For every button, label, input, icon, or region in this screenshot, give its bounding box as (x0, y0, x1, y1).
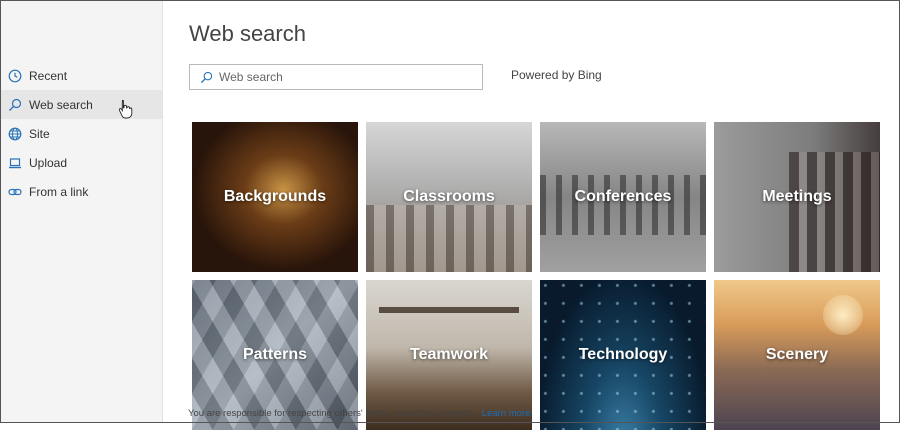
laptop-icon (8, 156, 22, 170)
tile-backgrounds[interactable]: Backgrounds (192, 122, 358, 272)
globe-icon (8, 127, 22, 141)
hand-cursor-icon (119, 100, 133, 119)
search-input[interactable] (217, 69, 482, 85)
link-icon (8, 185, 22, 199)
powered-by-label: Powered by Bing (511, 68, 602, 82)
tile-label: Scenery (765, 346, 829, 363)
tile-technology[interactable]: Technology (540, 280, 706, 430)
tile-label: Patterns (242, 346, 308, 363)
sidebar-item-label: Recent (29, 68, 68, 83)
sidebar-nav: Recent Web search Site Upload From a lin… (1, 61, 162, 206)
category-grid: Backgrounds Classrooms Conferences Meeti… (192, 122, 880, 430)
sidebar-item-from-a-link[interactable]: From a link (1, 177, 162, 206)
page-title: Web search (189, 21, 306, 46)
tile-meetings[interactable]: Meetings (714, 122, 880, 272)
sidebar-item-site[interactable]: Site (1, 119, 162, 148)
sidebar-item-web-search[interactable]: Web search (1, 90, 162, 119)
tile-label: Teamwork (410, 346, 488, 363)
search-box[interactable] (189, 64, 483, 90)
main-panel: Web search Powered by Bing Backgrounds C… (163, 1, 899, 430)
clock-icon (8, 69, 22, 83)
sidebar-item-label: Site (29, 126, 50, 141)
tile-label: Backgrounds (223, 188, 327, 205)
sidebar-item-upload[interactable]: Upload (1, 148, 162, 177)
sidebar: Recent Web search Site Upload From a lin… (1, 1, 163, 422)
tile-label: Meetings (762, 188, 832, 205)
sidebar-item-recent[interactable]: Recent (1, 61, 162, 90)
copyright-notice: You are responsible for respecting other… (188, 408, 533, 419)
search-icon (8, 98, 22, 112)
tile-label: Technology (578, 346, 668, 363)
tile-conferences[interactable]: Conferences (540, 122, 706, 272)
sidebar-item-label: From a link (29, 184, 89, 199)
search-icon (200, 71, 213, 83)
tile-label: Classrooms (403, 188, 495, 205)
tile-scenery[interactable]: Scenery (714, 280, 880, 430)
copyright-text: You are responsible for respecting other… (188, 408, 476, 419)
tile-label: Conferences (574, 188, 672, 205)
sidebar-item-label: Web search (29, 97, 93, 112)
learn-more-link[interactable]: Learn more. (482, 408, 533, 419)
tile-classrooms[interactable]: Classrooms (366, 122, 532, 272)
sidebar-item-label: Upload (29, 155, 68, 170)
